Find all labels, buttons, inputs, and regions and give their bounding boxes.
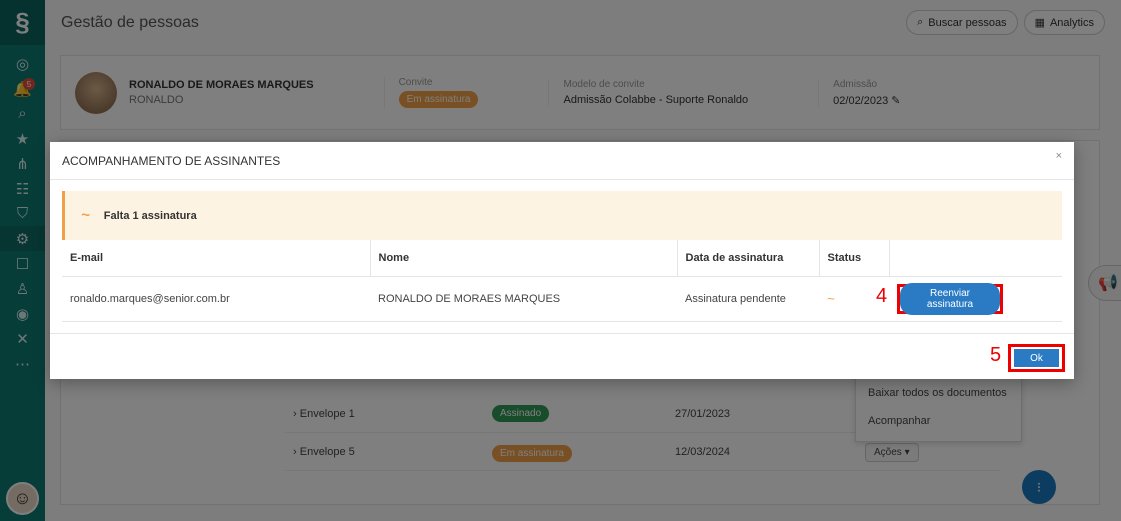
modal-header: ACOMPANHAMENTO DE ASSINANTES ×: [50, 142, 1074, 180]
annotation-marker-5: 5: [990, 344, 1002, 366]
modal-footer: 5 Ok: [50, 333, 1074, 379]
pending-signature-alert: ~ Falta 1 assinatura: [62, 191, 1062, 240]
column-header-email: E-mail: [62, 240, 371, 277]
modal-title: ACOMPANHAMENTO DE ASSINANTES: [62, 153, 281, 168]
annotation-marker-4: 4: [876, 285, 888, 307]
alert-text: Falta 1 assinatura: [103, 209, 197, 222]
column-header-actions: [889, 240, 1062, 277]
resend-signature-button[interactable]: Reenviar assinatura: [900, 283, 1000, 315]
signer-email: ronaldo.marques@senior.com.br: [62, 276, 370, 322]
signature-date: Assinatura pendente: [677, 276, 819, 322]
column-header-date: Data de assinatura: [677, 240, 820, 277]
signer-name: RONALDO DE MORAES MARQUES: [370, 276, 677, 322]
signature-icon: ~: [81, 207, 90, 224]
ok-button[interactable]: Ok: [1014, 349, 1059, 367]
pending-signature-icon: ~: [827, 291, 835, 306]
ok-highlight: Ok: [1008, 344, 1065, 372]
column-header-status: Status: [819, 240, 890, 277]
resend-highlight: Reenviar assinatura: [897, 283, 1003, 315]
close-icon[interactable]: ×: [1056, 150, 1062, 162]
column-header-name: Nome: [370, 240, 678, 277]
signers-modal: ACOMPANHAMENTO DE ASSINANTES × ~ Falta 1…: [50, 142, 1074, 379]
